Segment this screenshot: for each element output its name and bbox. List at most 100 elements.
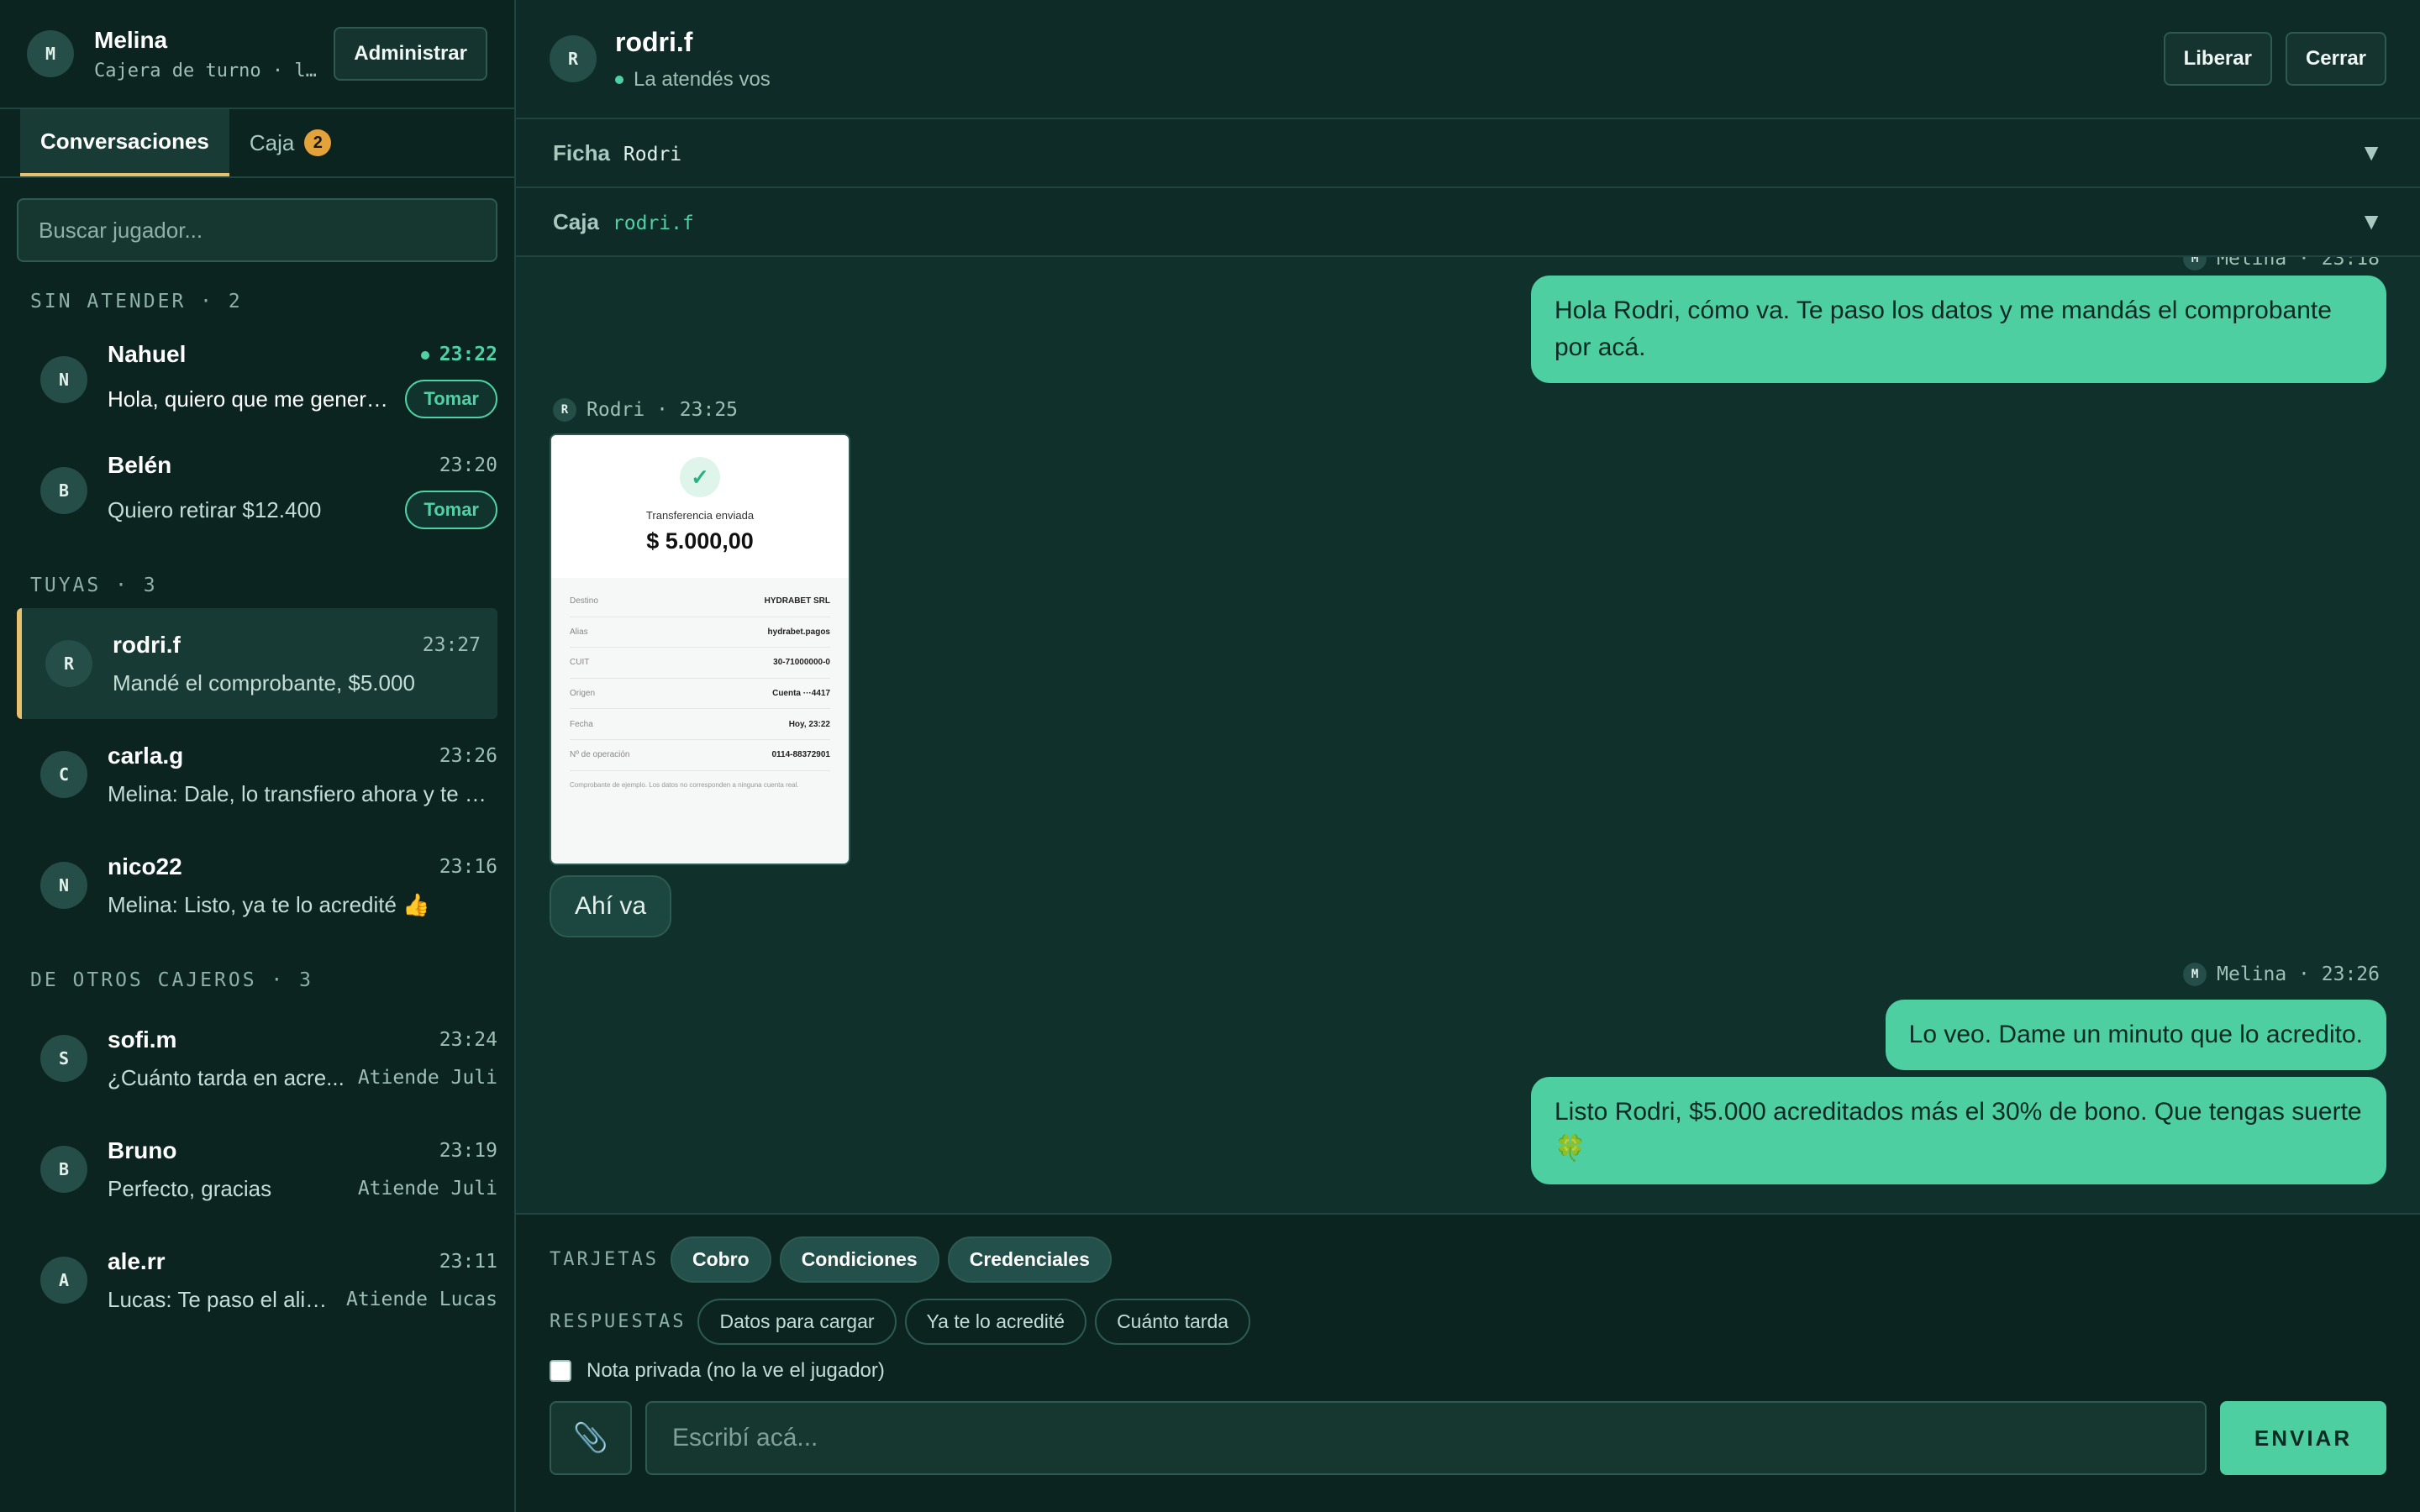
avatar: B [40, 467, 87, 514]
chevron-down-icon: ▼ [2360, 139, 2383, 165]
chat-panel: R rodri.f La atendés vos Liberar Cerrar … [516, 0, 2420, 1512]
cards-label: TARJETAS [550, 1248, 659, 1270]
receipt-row: Destino HYDRABET SRL [570, 586, 830, 617]
conversation-item[interactable]: R rodri.f 23:27 Mandé el comprobante, $5… [17, 608, 497, 719]
tab-caja[interactable]: Caja 2 [229, 109, 351, 176]
conversation-name: nico22 [108, 853, 182, 879]
caja-accordion[interactable]: Caja rodri.f ▼ [516, 188, 2420, 257]
conversation-item[interactable]: N nico22 23:16 Melina: Listo, ya te lo a… [0, 830, 514, 941]
release-button[interactable]: Liberar [2163, 32, 2272, 86]
conversation-preview: Melina: Listo, ya te lo acredité 👍 [108, 891, 430, 917]
caja-count-badge: 2 [304, 129, 332, 156]
message-bubble-outgoing: Listo Rodri, $5.000 acreditados más el 3… [1531, 1077, 2386, 1184]
assigned-agent: Atiende Lucas [345, 1289, 497, 1310]
conversation-time: 23:16 [439, 855, 497, 878]
conversation-name: Nahuel [108, 341, 187, 367]
message-bubble-outgoing: Hola Rodri, cómo va. Te paso los datos y… [1531, 276, 2386, 383]
conversation-preview: ¿Cuánto tarda en acre... [108, 1064, 345, 1090]
conversation-item[interactable]: A ale.rr 23:11 Lucas: Te paso el alia...… [0, 1225, 514, 1336]
composer: TARJETAS Cobro Condiciones Credenciales … [516, 1213, 2420, 1512]
ficha-label: Ficha [553, 139, 610, 165]
ficha-accordion[interactable]: Ficha Rodri ▼ [516, 119, 2420, 188]
cashier-role: Cajera de turno · l... [94, 60, 321, 81]
avatar: M [2183, 257, 2207, 270]
conversation-item[interactable]: S sofi.m 23:24 ¿Cuánto tarda en acre... … [0, 1003, 514, 1114]
section-title-others: DE OTROS CAJEROS · 3 [30, 969, 313, 991]
conversation-time: 23:20 [439, 454, 497, 476]
avatar: N [40, 356, 87, 403]
quick-reply-chip[interactable]: Datos para cargar [697, 1298, 897, 1345]
caja-value: rodri.f [612, 212, 694, 234]
close-button[interactable]: Cerrar [2285, 32, 2386, 86]
take-button[interactable]: Tomar [405, 491, 497, 529]
card-chip-cobro[interactable]: Cobro [670, 1236, 771, 1283]
chat-title: rodri.f [615, 26, 693, 57]
receipt-row: Nº de operación 0114-88372901 [570, 740, 830, 771]
cashier-name: Melina [94, 26, 168, 53]
conversation-time: 23:24 [439, 1028, 497, 1051]
online-dot-icon [420, 350, 429, 360]
message-meta: R Rodri · 23:25 [553, 398, 738, 422]
receipt-amount: $ 5.000,00 [646, 528, 754, 554]
conversation-time: 23:22 [420, 344, 497, 365]
avatar: M [2183, 963, 2207, 986]
conversation-preview: Mandé el comprobante, $5.000 [113, 669, 415, 696]
conversation-name: carla.g [108, 742, 184, 769]
section-title-mine: TUYAS · 3 [30, 575, 158, 596]
private-note-label: Nota privada (no la ve el jugador) [587, 1359, 885, 1382]
avatar: A [40, 1257, 87, 1304]
private-note-checkbox[interactable] [550, 1360, 571, 1382]
receipt-note: Comprobante de ejemplo. Los datos no cor… [570, 780, 799, 789]
assigned-agent: Atiende Juli [357, 1178, 497, 1200]
conversation-item[interactable]: C carla.g 23:26 Melina: Dale, lo transfi… [0, 719, 514, 830]
conversation-time: 23:26 [439, 744, 497, 767]
receipt-row: Alias hydrabet.pagos [570, 617, 830, 648]
send-button[interactable]: ENVIAR [2220, 1401, 2386, 1475]
tab-conversations[interactable]: Conversaciones [20, 109, 229, 176]
avatar: R [553, 398, 576, 422]
conversation-time: 23:19 [439, 1139, 497, 1162]
conversation-item[interactable]: N Nahuel 23:22 Hola, quiero que me gener… [0, 324, 514, 435]
chevron-down-icon: ▼ [2360, 208, 2383, 234]
chat-header: R rodri.f La atendés vos Liberar Cerrar [516, 0, 2420, 119]
receipt-row: Origen Cuenta ···4417 [570, 679, 830, 710]
message-bubble-incoming: Ahí va [550, 875, 672, 937]
sidebar-tabs: Conversaciones Caja 2 [0, 109, 514, 178]
conversation-name: sofi.m [108, 1026, 177, 1053]
avatar: R [550, 35, 597, 82]
avatar: B [40, 1146, 87, 1193]
message-input[interactable] [672, 1424, 2180, 1452]
card-chip-credenciales[interactable]: Credenciales [947, 1236, 1112, 1283]
conversation-time: 23:11 [439, 1250, 497, 1273]
receipt-image[interactable]: ✓ Transferencia enviada $ 5.000,00 Desti… [550, 433, 850, 865]
conversation-name: ale.rr [108, 1247, 166, 1274]
cashier-header: M Melina Cajera de turno · l... Administ… [0, 0, 514, 109]
conversation-preview: Quiero retirar $12.400 [108, 496, 322, 522]
conversation-preview: Perfecto, gracias [108, 1175, 272, 1201]
private-note-toggle[interactable]: Nota privada (no la ve el jugador) [550, 1359, 2386, 1383]
message-bubble-outgoing: Lo veo. Dame un minuto que lo acredito. [1885, 1000, 2386, 1070]
card-chip-condiciones[interactable]: Condiciones [779, 1236, 939, 1283]
receipt-title: Transferencia enviada [645, 509, 755, 522]
avatar: M [27, 30, 74, 77]
avatar: N [40, 862, 87, 909]
quick-reply-chip[interactable]: Ya te lo acredité [904, 1298, 1087, 1345]
quick-reply-chip[interactable]: Cuánto tarda [1095, 1298, 1251, 1345]
conversation-name: Belén [108, 452, 172, 478]
search-box [17, 198, 497, 262]
attach-icon[interactable]: 📎 [550, 1401, 632, 1475]
admin-button[interactable]: Administrar [334, 27, 487, 81]
cards-row: TARJETAS Cobro Condiciones Credenciales [550, 1235, 2386, 1284]
receipt-row: Fecha Hoy, 23:22 [570, 709, 830, 740]
conversation-item[interactable]: B Bruno 23:19 Perfecto, gracias Atiende … [0, 1114, 514, 1225]
take-button[interactable]: Tomar [405, 380, 497, 418]
avatar: S [40, 1035, 87, 1082]
replies-row: RESPUESTAS Datos para cargar Ya te lo ac… [550, 1297, 2386, 1346]
message-meta: M Melina · 23:18 [2183, 257, 2380, 270]
conversation-preview: Melina: Dale, lo transfiero ahora y te a… [108, 780, 497, 806]
search-input[interactable] [39, 217, 476, 244]
avatar: R [45, 640, 92, 687]
status-dot-icon [615, 76, 623, 85]
message-list: M Melina · 23:18 Hola Rodri, cómo va. Te … [516, 257, 2420, 1213]
conversation-item[interactable]: B Belén 23:20 Quiero retirar $12.400 Tom… [0, 435, 514, 546]
